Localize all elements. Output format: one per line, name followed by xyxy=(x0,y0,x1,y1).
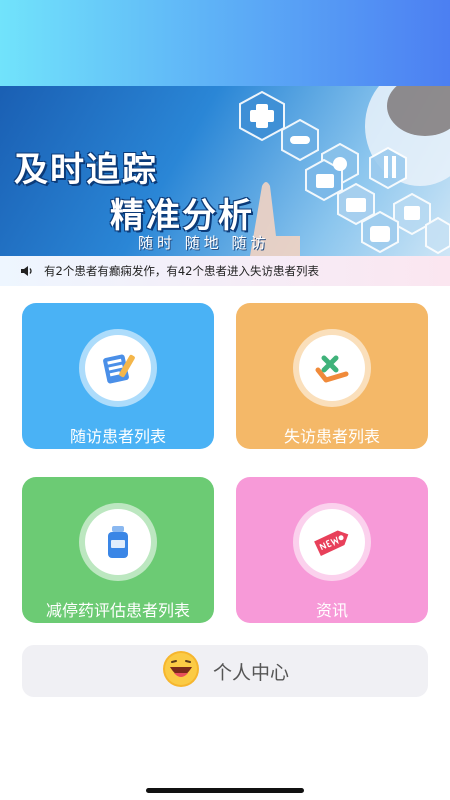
new-tag-icon xyxy=(299,509,365,575)
medicine-bottle-icon xyxy=(85,509,151,575)
personal-center-label: 个人中心 xyxy=(212,661,289,684)
banner-headline-1: 及时追踪 xyxy=(14,150,158,190)
card-label-followup: 随访患者列表 xyxy=(69,427,166,446)
lost-followup-patient-list-button[interactable]: 失访患者列表 xyxy=(236,303,428,449)
home-indicator[interactable] xyxy=(146,788,304,793)
top-header-bar xyxy=(0,0,450,86)
card-label-lost-followup: 失访患者列表 xyxy=(283,427,380,446)
clipboard-icon xyxy=(85,335,151,401)
medication-reduction-patient-list-button[interactable]: 减停药评估患者列表 xyxy=(22,477,214,623)
card-label-news: 资讯 xyxy=(315,601,348,620)
notice-bar[interactable]: 有2个患者有癫痫发作，有42个患者进入失访患者列表 xyxy=(0,256,450,286)
followup-patient-list-button[interactable]: 随访患者列表 xyxy=(22,303,214,449)
personal-center-button[interactable]: 个人中心 xyxy=(22,645,428,697)
hero-banner[interactable]: 及时追踪 精准分析 随时 随地 随访 xyxy=(0,86,450,256)
banner-headline-2: 精准分析 xyxy=(110,196,254,236)
cross-check-icon xyxy=(299,335,365,401)
speaker-icon xyxy=(20,262,34,281)
card-label-medication: 减停药评估患者列表 xyxy=(45,601,190,620)
news-button[interactable]: 资讯 xyxy=(236,477,428,623)
notice-text: 有2个患者有癫痫发作，有42个患者进入失访患者列表 xyxy=(44,264,319,278)
banner-tagline: 随时 随地 随访 xyxy=(138,234,270,252)
smiley-icon xyxy=(161,649,201,693)
